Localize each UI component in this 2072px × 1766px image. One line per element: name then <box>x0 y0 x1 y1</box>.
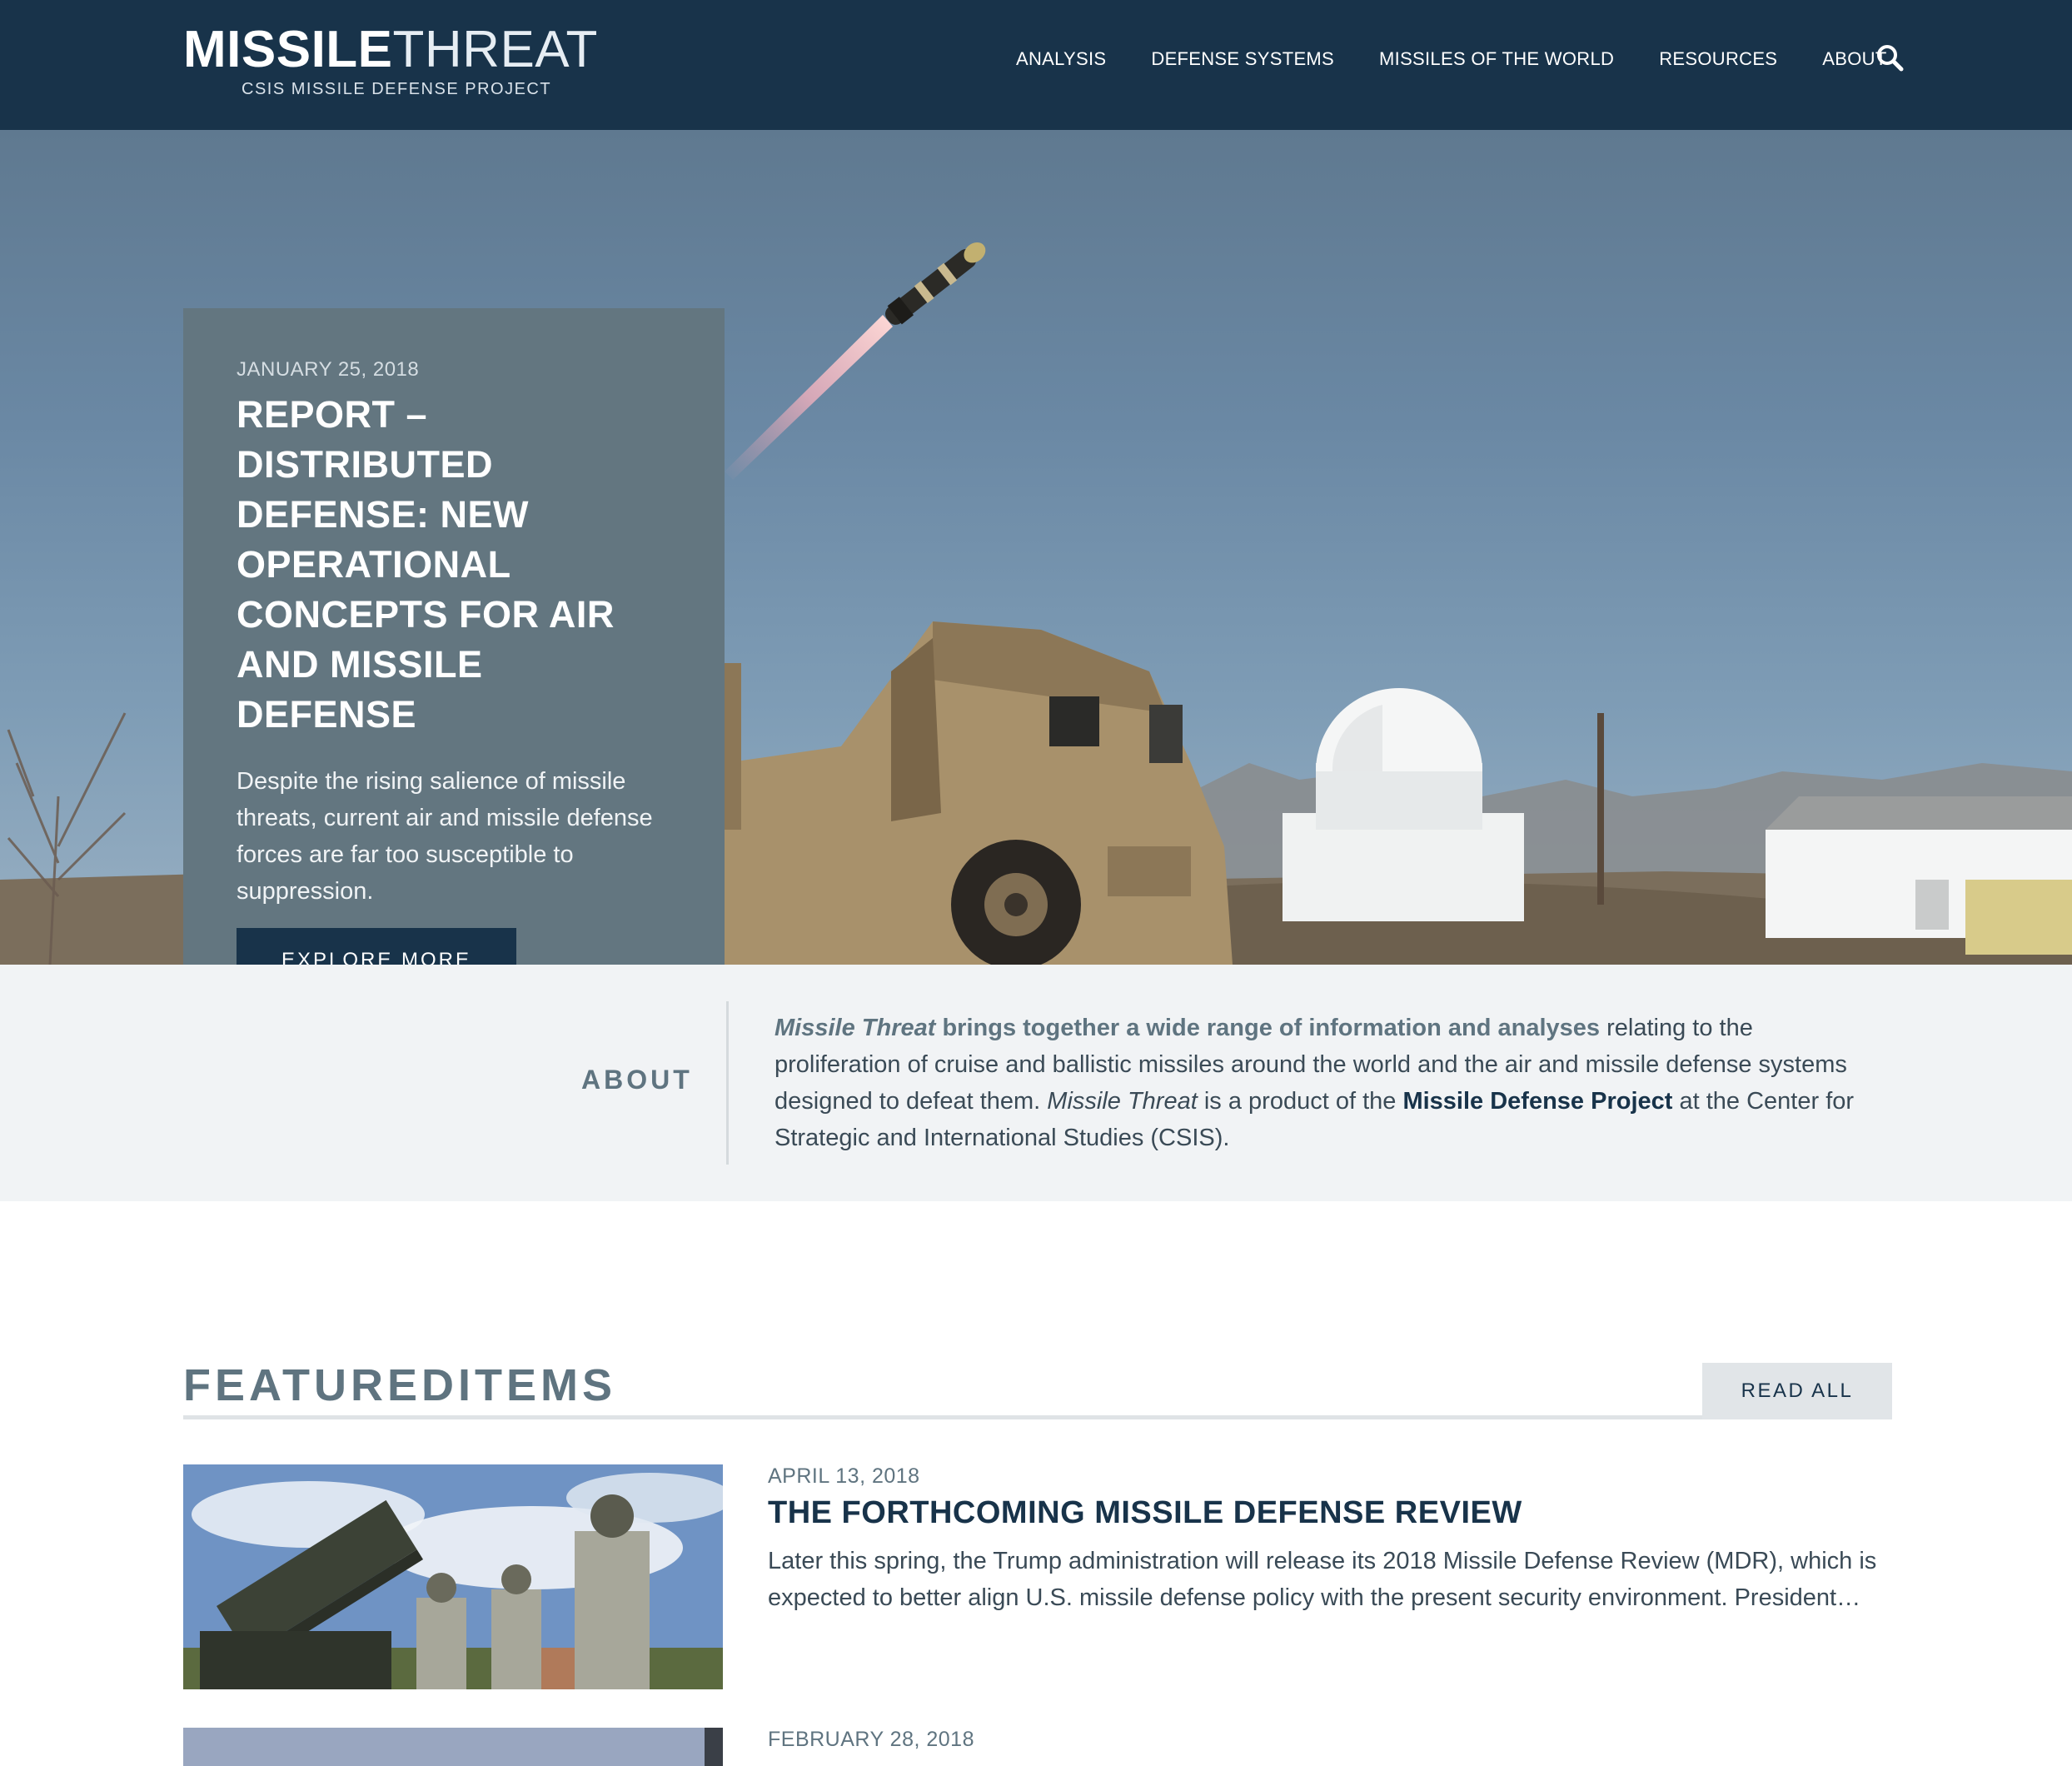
hero-banner: JANUARY 25, 2018 REPORT – DISTRIBUTED DE… <box>0 130 2072 965</box>
featured-item-meta: FEBRUARY 28, 2018 <box>768 1728 1884 1752</box>
missile-defense-project-link[interactable]: Missile Defense Project <box>1402 1088 1672 1115</box>
about-text: Missile Threat brings together a wide ra… <box>775 1010 1857 1156</box>
hero-description: Despite the rising salience of missile t… <box>237 768 653 905</box>
hero-feature-card: JANUARY 25, 2018 REPORT – DISTRIBUTED DE… <box>183 308 725 965</box>
site-logo[interactable]: MISSILETHREAT CSIS MISSILE DEFENSE PROJE… <box>183 23 598 99</box>
about-brand-italic: Missile Threat <box>1047 1088 1198 1115</box>
about-section: ABOUT Missile Threat brings together a w… <box>0 965 2072 1201</box>
featured-item: APRIL 13, 2018 THE FORTHCOMING MISSILE D… <box>183 1464 1892 1689</box>
featured-item: FEBRUARY 28, 2018 <box>183 1728 1892 1766</box>
hero-date: JANUARY 25, 2018 <box>237 358 420 381</box>
logo-light: THREAT <box>392 21 598 78</box>
featured-item-date: FEBRUARY 28, 2018 <box>768 1728 974 1751</box>
featured-item-title[interactable]: THE FORTHCOMING MISSILE DEFENSE REVIEW <box>768 1495 1884 1531</box>
read-all-button[interactable]: READ ALL <box>1702 1363 1892 1419</box>
logo-wordmark: MISSILETHREAT <box>183 23 598 77</box>
logo-bold: MISSILE <box>183 21 393 78</box>
featured-item-thumbnail[interactable] <box>183 1728 723 1766</box>
nav-missiles-of-the-world[interactable]: MISSILES OF THE WORLD <box>1379 48 1614 70</box>
about-body-2: is a product of the <box>1197 1088 1403 1115</box>
main-nav: ANALYSIS DEFENSE SYSTEMS MISSILES OF THE… <box>1016 45 1932 72</box>
featured-item-date: APRIL 13, 2018 <box>768 1464 920 1488</box>
featured-title-bold: FEATURED <box>183 1360 458 1410</box>
featured-header: FEATUREDITEMS READ ALL <box>183 1358 1892 1419</box>
about-highlight: brings together a wide range of informat… <box>935 1015 1601 1041</box>
about-divider <box>726 1001 729 1165</box>
search-icon[interactable] <box>1875 43 1904 72</box>
nav-analysis[interactable]: ANALYSIS <box>1016 48 1106 70</box>
about-brand: Missile Threat <box>775 1015 936 1041</box>
featured-title: FEATUREDITEMS <box>183 1359 616 1411</box>
featured-title-light: ITEMS <box>458 1360 617 1410</box>
hero-title[interactable]: REPORT – DISTRIBUTED DEFENSE: NEW OPERAT… <box>237 390 671 740</box>
featured-item-meta: APRIL 13, 2018 THE FORTHCOMING MISSILE D… <box>768 1464 1884 1616</box>
explore-more-button[interactable]: EXPLORE MORE <box>237 928 516 965</box>
about-label: ABOUT <box>581 1065 693 1095</box>
logo-subtitle: CSIS MISSILE DEFENSE PROJECT <box>242 80 552 98</box>
nav-resources[interactable]: RESOURCES <box>1659 48 1777 70</box>
site-header: MISSILETHREAT CSIS MISSILE DEFENSE PROJE… <box>0 0 2072 130</box>
featured-item-thumbnail[interactable] <box>183 1464 723 1689</box>
nav-defense-systems[interactable]: DEFENSE SYSTEMS <box>1151 48 1334 70</box>
featured-item-description: Later this spring, the Trump administrat… <box>768 1548 1877 1611</box>
